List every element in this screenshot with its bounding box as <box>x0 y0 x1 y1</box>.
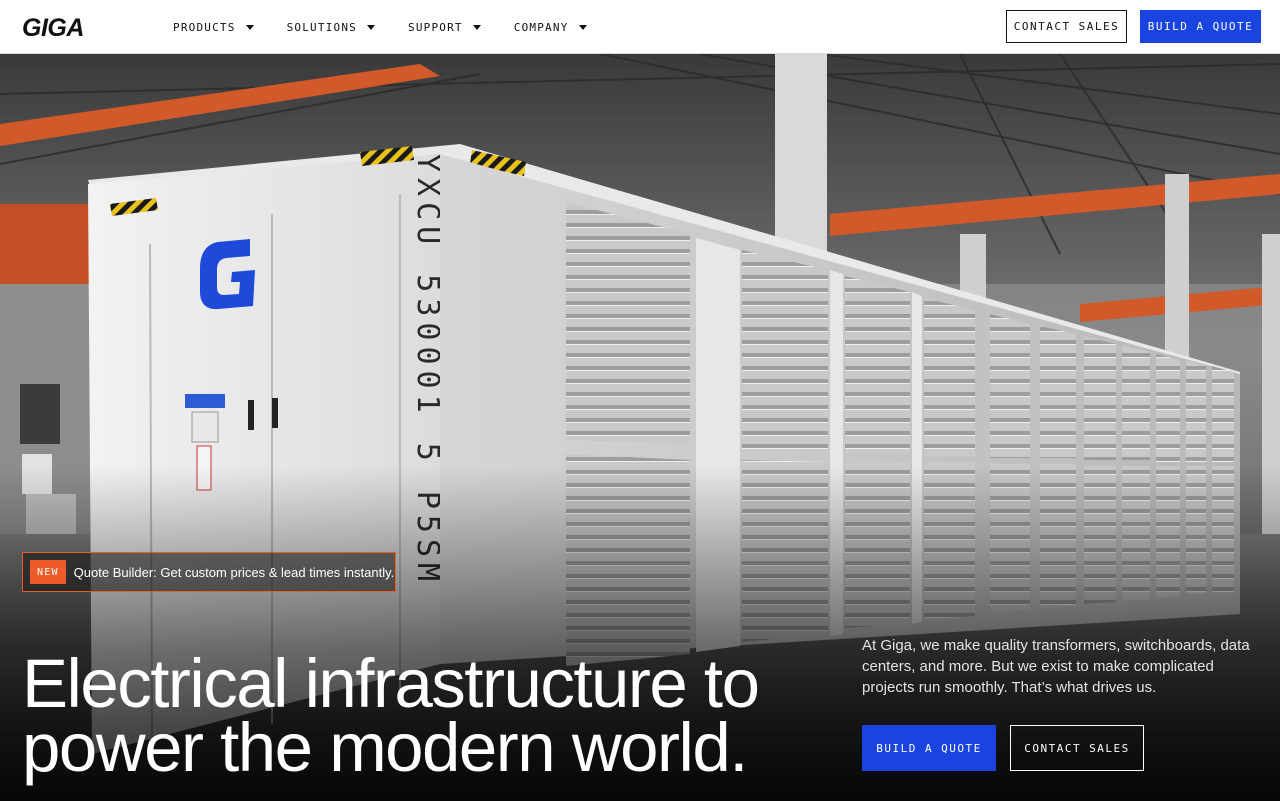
caret-down-icon <box>245 24 254 30</box>
site-header: GIGA PRODUCTS SOLUTIONS SUPPORT COMPANY … <box>0 0 1280 54</box>
nav-solutions-label: SOLUTIONS <box>286 20 357 34</box>
caret-down-icon <box>578 24 587 30</box>
nav-products[interactable]: PRODUCTS <box>173 21 254 34</box>
nav-solutions[interactable]: SOLUTIONS <box>287 21 375 34</box>
headline-line-2: power the modern world. <box>22 709 748 786</box>
announcement-text: Quote Builder: Get custom prices & lead … <box>73 564 395 580</box>
header-build-quote-button[interactable]: BUILD A QUOTE <box>1140 10 1261 43</box>
giga-logo[interactable]: GIGA <box>22 14 106 40</box>
nav-company-label: COMPANY <box>513 20 569 34</box>
caret-down-icon <box>367 24 375 30</box>
hero-contact-sales-button[interactable]: CONTACT SALES <box>1010 725 1144 771</box>
hero-build-quote-button[interactable]: BUILD A QUOTE <box>862 725 996 771</box>
hero-intro-text: At Giga, we make quality transformers, s… <box>862 637 1250 696</box>
nav-support-label: SUPPORT <box>408 20 463 34</box>
new-badge: NEW <box>30 560 66 584</box>
nav-products-label: PRODUCTS <box>173 20 236 34</box>
nav-support[interactable]: SUPPORT <box>408 21 481 34</box>
main-nav: PRODUCTS SOLUTIONS SUPPORT COMPANY <box>173 0 620 54</box>
nav-company[interactable]: COMPANY <box>514 21 587 34</box>
quote-builder-announcement[interactable]: NEW Quote Builder: Get custom prices & l… <box>22 552 396 592</box>
hero-headline: Electrical infrastructure to power the m… <box>22 649 802 782</box>
svg-text:GIGA: GIGA <box>22 14 84 40</box>
hero-section: YXCU 530001 5 P5SM <box>0 54 1280 801</box>
caret-down-icon <box>472 24 481 30</box>
header-contact-sales-button[interactable]: CONTACT SALES <box>1006 10 1127 43</box>
